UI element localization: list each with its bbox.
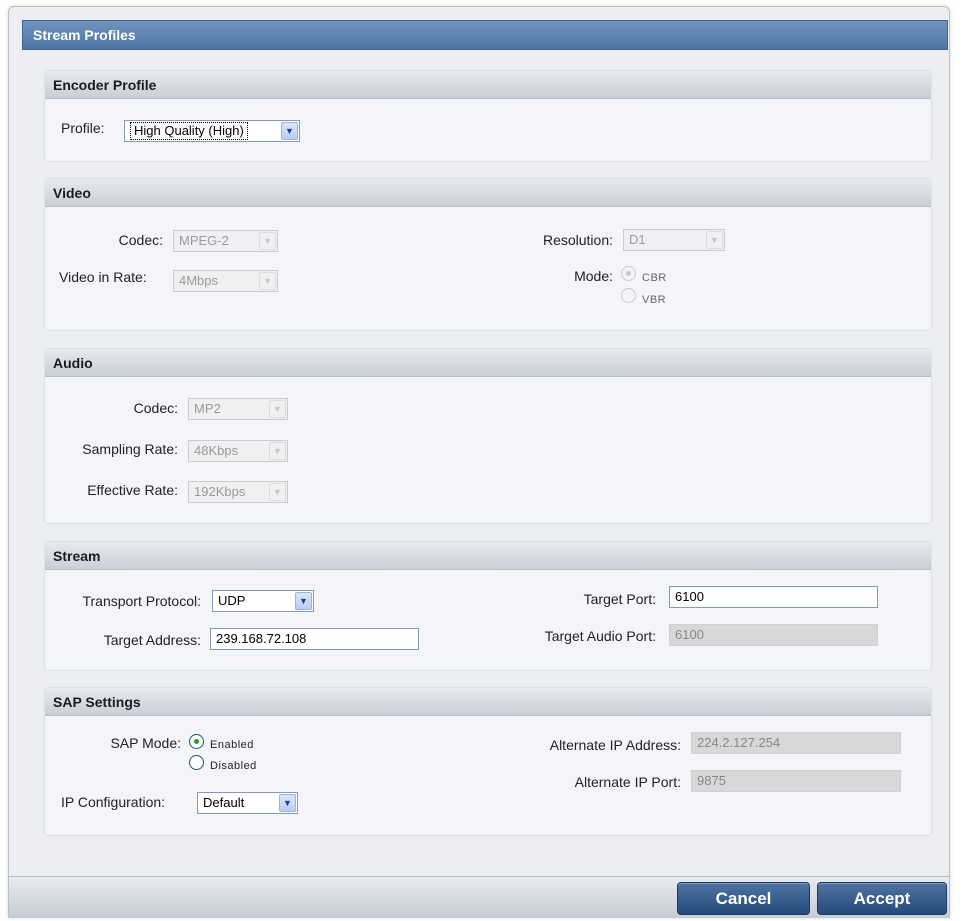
effective-rate-label: Effective Rate:	[87, 482, 178, 498]
mode-cbr-radio[interactable]	[621, 266, 636, 281]
section-header-video: Video	[45, 179, 931, 207]
chevron-down-icon: ▼	[269, 483, 286, 501]
transport-protocol-value: UDP	[218, 593, 246, 608]
video-codec-label: Codec:	[118, 232, 163, 248]
audio-codec-label: Codec:	[133, 400, 178, 416]
video-section: Video Codec: MPEG-2 ▼ Video in Rate: 4Mb…	[44, 178, 932, 331]
profile-select-value: High Quality (High)	[130, 122, 248, 140]
sap-enabled-radio[interactable]	[189, 734, 204, 749]
alternate-ip-address-input[interactable]: 224.2.127.254	[691, 732, 901, 754]
sap-settings-section: SAP Settings SAP Mode: Enabled Disabled …	[44, 687, 932, 836]
transport-protocol-label: Transport Protocol:	[82, 593, 201, 609]
chevron-down-icon: ▼	[269, 400, 286, 418]
ip-configuration-select[interactable]: Default ▼	[197, 792, 298, 814]
mode-cbr-label: CBR	[642, 272, 667, 284]
video-mode-label: Mode:	[574, 268, 613, 284]
mode-vbr-radio[interactable]	[621, 288, 636, 303]
sap-disabled-radio[interactable]	[189, 755, 204, 770]
sampling-rate-value: 48Kbps	[194, 443, 239, 458]
resolution-value: D1	[629, 232, 646, 247]
audio-codec-value: MP2	[194, 401, 221, 416]
target-audio-port-input[interactable]: 6100	[669, 624, 878, 646]
cancel-button[interactable]: Cancel	[677, 882, 810, 915]
sap-mode-label: SAP Mode:	[110, 735, 181, 751]
stream-section: Stream Transport Protocol: UDP ▼ Target …	[44, 541, 932, 671]
alternate-ip-address-label: Alternate IP Address:	[549, 737, 681, 753]
target-address-input[interactable]: 239.168.72.108	[210, 628, 419, 650]
resolution-label: Resolution:	[542, 232, 613, 248]
target-port-label: Target Port:	[583, 591, 656, 607]
chevron-down-icon: ▼	[259, 232, 276, 250]
effective-rate-select[interactable]: 192Kbps ▼	[188, 481, 288, 503]
ip-configuration-value: Default	[203, 795, 245, 810]
profile-label: Profile:	[61, 120, 105, 136]
profile-select[interactable]: High Quality (High) ▼	[124, 120, 300, 142]
mode-vbr-label: VBR	[642, 294, 667, 306]
ip-configuration-label: IP Configuration:	[61, 794, 166, 810]
section-header-encoder-profile: Encoder Profile	[45, 71, 931, 99]
chevron-down-icon: ▼	[706, 231, 723, 249]
effective-rate-value: 192Kbps	[194, 484, 246, 499]
audio-section: Audio Codec: MP2 ▼ Sampling Rate: 48Kbps…	[44, 348, 932, 524]
resolution-select[interactable]: D1 ▼	[623, 229, 725, 251]
target-address-label: Target Address:	[103, 632, 201, 648]
video-codec-value: MPEG-2	[179, 233, 229, 248]
sampling-rate-select[interactable]: 48Kbps ▼	[188, 440, 288, 462]
dialog-title: Stream Profiles	[22, 20, 948, 50]
chevron-down-icon: ▼	[279, 794, 296, 812]
sap-disabled-label: Disabled	[210, 760, 257, 772]
chevron-down-icon: ▼	[295, 592, 312, 610]
chevron-down-icon: ▼	[259, 272, 276, 290]
chevron-down-icon: ▼	[269, 442, 286, 460]
section-header-stream: Stream	[45, 542, 931, 570]
sampling-rate-label: Sampling Rate:	[82, 441, 178, 457]
target-port-input[interactable]: 6100	[669, 586, 878, 608]
accept-button[interactable]: Accept	[817, 882, 947, 915]
encoder-profile-section: Encoder Profile Profile: High Quality (H…	[44, 70, 932, 162]
video-rate-label: Video in Rate:	[59, 269, 147, 285]
audio-codec-select[interactable]: MP2 ▼	[188, 398, 288, 420]
transport-protocol-select[interactable]: UDP ▼	[212, 590, 314, 612]
video-rate-value: 4Mbps	[179, 273, 219, 288]
alternate-ip-port-input[interactable]: 9875	[691, 770, 901, 792]
sap-enabled-label: Enabled	[210, 739, 254, 751]
section-header-sap-settings: SAP Settings	[45, 688, 931, 716]
section-header-audio: Audio	[45, 349, 931, 377]
video-rate-select[interactable]: 4Mbps ▼	[173, 270, 278, 292]
video-codec-select[interactable]: MPEG-2 ▼	[173, 230, 278, 252]
alternate-ip-port-label: Alternate IP Port:	[574, 774, 681, 790]
chevron-down-icon: ▼	[281, 122, 298, 140]
target-audio-port-label: Target Audio Port:	[544, 628, 656, 644]
